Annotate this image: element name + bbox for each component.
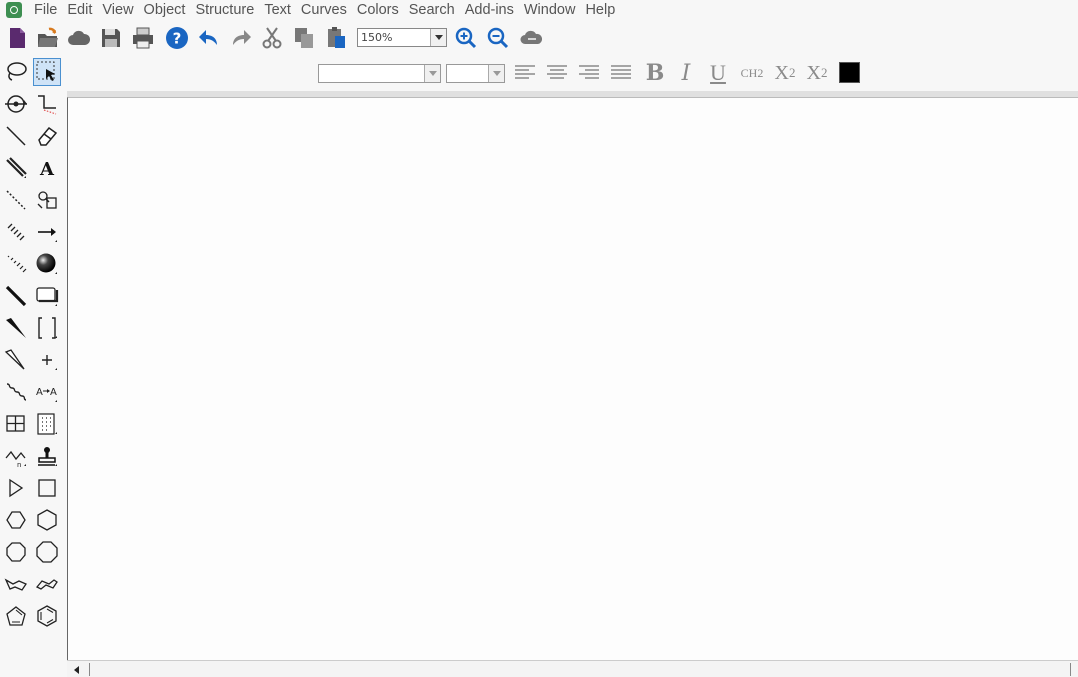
cyclobutane-icon[interactable] bbox=[33, 474, 61, 502]
menu-edit[interactable]: Edit bbox=[62, 0, 97, 20]
bold-bond-icon[interactable] bbox=[2, 282, 30, 310]
acyclic-chain-icon[interactable]: n bbox=[2, 442, 30, 470]
zoom-in-icon[interactable] bbox=[453, 25, 479, 51]
italic-button[interactable]: I bbox=[673, 59, 699, 87]
font-size-select[interactable] bbox=[446, 64, 505, 83]
menu-colors[interactable]: Colors bbox=[352, 0, 404, 20]
menu-search[interactable]: Search bbox=[404, 0, 460, 20]
align-left-icon[interactable] bbox=[512, 59, 538, 87]
menu-add-ins[interactable]: Add-ins bbox=[460, 0, 519, 20]
svg-text:A: A bbox=[39, 159, 55, 180]
eraser-icon[interactable] bbox=[33, 122, 61, 150]
wavy-bond-icon[interactable] bbox=[2, 378, 30, 406]
zoom-select[interactable]: 150% bbox=[357, 28, 447, 47]
hollow-wedge-icon[interactable] bbox=[2, 346, 30, 374]
font-family-select[interactable] bbox=[318, 64, 441, 83]
menu-bar: File Edit View Object Structure Text Cur… bbox=[0, 0, 1078, 20]
main-toolbar: ? 150% bbox=[0, 22, 1078, 54]
menu-help[interactable]: Help bbox=[580, 0, 620, 20]
scroll-left-icon[interactable] bbox=[69, 663, 83, 676]
atom-map-icon[interactable]: AA bbox=[33, 378, 61, 406]
bold-button[interactable]: B bbox=[642, 59, 668, 87]
marquee-select-icon[interactable] bbox=[33, 58, 61, 86]
svg-text:A: A bbox=[36, 387, 43, 398]
hashed-bond-icon[interactable] bbox=[2, 218, 30, 246]
wedge-bond-icon[interactable] bbox=[2, 314, 30, 342]
lasso-icon[interactable] bbox=[2, 58, 30, 86]
scroll-track[interactable] bbox=[89, 663, 1071, 676]
bracket-icon[interactable] bbox=[33, 314, 61, 342]
subscript-base: X bbox=[774, 61, 789, 84]
menu-object[interactable]: Object bbox=[139, 0, 191, 20]
table-icon[interactable] bbox=[2, 410, 30, 438]
cyclohexane-chair-icon-1[interactable] bbox=[2, 570, 30, 598]
new-document-icon[interactable] bbox=[4, 25, 30, 51]
cut-icon[interactable] bbox=[259, 25, 285, 51]
bond-chain-icon[interactable] bbox=[33, 90, 61, 118]
horizontal-scrollbar[interactable] bbox=[67, 660, 1078, 677]
dashed-bond-icon[interactable] bbox=[2, 186, 30, 214]
chemical-style-button[interactable]: CH2 bbox=[737, 59, 767, 87]
tool-palette: A AA n bbox=[0, 58, 66, 628]
zoom-value: 150% bbox=[361, 31, 393, 44]
superscript-base: X bbox=[806, 61, 821, 84]
svg-text:A: A bbox=[50, 387, 57, 398]
text-format-toolbar: B I U CH2 X2 X2 bbox=[0, 56, 1078, 88]
cyclohexane-chair-icon-2[interactable] bbox=[33, 570, 61, 598]
cyclopentadiene-icon[interactable] bbox=[2, 602, 30, 630]
open-icon[interactable] bbox=[35, 25, 61, 51]
subscript-button[interactable]: X2 bbox=[771, 59, 799, 87]
text-color-swatch[interactable] bbox=[839, 62, 860, 83]
double-bond-icon[interactable] bbox=[2, 154, 30, 182]
redo-icon[interactable] bbox=[228, 25, 254, 51]
stamp-icon[interactable] bbox=[33, 442, 61, 470]
menu-text[interactable]: Text bbox=[259, 0, 296, 20]
menu-view[interactable]: View bbox=[97, 0, 138, 20]
cycloheptane-icon[interactable] bbox=[2, 538, 30, 566]
cyclopropane-icon[interactable] bbox=[2, 474, 30, 502]
underline-button[interactable]: U bbox=[705, 59, 731, 87]
print-icon[interactable] bbox=[130, 25, 156, 51]
svg-text:?: ? bbox=[173, 30, 182, 48]
paste-icon[interactable] bbox=[323, 25, 349, 51]
app-logo-icon[interactable] bbox=[6, 2, 22, 18]
text-icon[interactable]: A bbox=[33, 154, 61, 182]
cloud-icon[interactable] bbox=[66, 25, 92, 51]
drawing-shape-icon[interactable] bbox=[33, 282, 61, 310]
cyclopentane-icon[interactable] bbox=[2, 506, 30, 534]
arrow-icon[interactable] bbox=[33, 218, 61, 246]
menu-window[interactable]: Window bbox=[519, 0, 581, 20]
superscript-num: 2 bbox=[820, 65, 828, 80]
help-icon[interactable]: ? bbox=[164, 25, 190, 51]
zoom-out-icon[interactable] bbox=[485, 25, 511, 51]
element-lookup-icon[interactable] bbox=[33, 186, 61, 214]
menu-curves[interactable]: Curves bbox=[296, 0, 352, 20]
chevron-down-icon[interactable] bbox=[430, 29, 446, 46]
charge-plus-icon[interactable] bbox=[33, 346, 61, 374]
orbital-sphere-icon[interactable] bbox=[33, 250, 61, 278]
menu-file[interactable]: File bbox=[29, 0, 62, 20]
template-grid-icon[interactable] bbox=[33, 410, 61, 438]
cloud-sync-icon[interactable] bbox=[519, 25, 545, 51]
cyclohexane-icon[interactable] bbox=[33, 506, 61, 534]
line-icon[interactable] bbox=[2, 122, 30, 150]
align-justify-icon[interactable] bbox=[608, 59, 634, 87]
drawing-canvas[interactable] bbox=[67, 97, 1078, 660]
align-right-icon[interactable] bbox=[576, 59, 602, 87]
benzene-icon[interactable] bbox=[33, 602, 61, 630]
subscript-num: 2 bbox=[788, 65, 796, 80]
superscript-button[interactable]: X2 bbox=[803, 59, 831, 87]
align-center-icon[interactable] bbox=[544, 59, 570, 87]
cyclooctane-icon[interactable] bbox=[33, 538, 61, 566]
copy-icon[interactable] bbox=[291, 25, 317, 51]
rotate-icon[interactable] bbox=[2, 90, 30, 118]
save-icon[interactable] bbox=[98, 25, 124, 51]
svg-text:n: n bbox=[17, 461, 21, 469]
chevron-down-icon[interactable] bbox=[424, 65, 440, 82]
chevron-down-icon[interactable] bbox=[488, 65, 504, 82]
hashed-wedge-icon[interactable] bbox=[2, 250, 30, 278]
menu-structure[interactable]: Structure bbox=[190, 0, 259, 20]
undo-icon[interactable] bbox=[196, 25, 222, 51]
